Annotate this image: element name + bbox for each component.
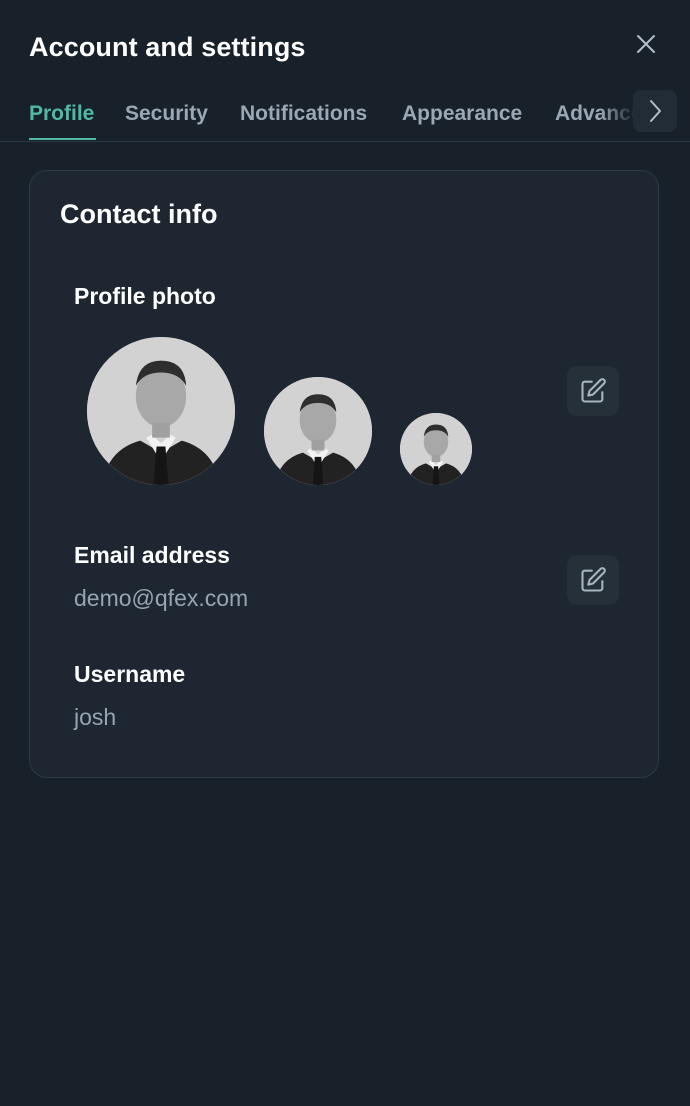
email-label: Email address: [74, 542, 230, 568]
settings-panel: Account and settings Profile Security No…: [0, 0, 690, 1106]
profile-photo-label: Profile photo: [74, 283, 216, 309]
active-tab-indicator: [29, 138, 96, 140]
avatar-medium: [264, 377, 372, 485]
close-button[interactable]: [630, 28, 662, 60]
avatar-large: [87, 337, 235, 485]
username-value: josh: [74, 704, 117, 730]
email-value: demo@qfex.com: [74, 585, 249, 611]
edit-email-button[interactable]: [567, 555, 619, 605]
card-title: Contact info: [60, 199, 218, 229]
edit-profile-photo-button[interactable]: [567, 366, 619, 416]
edit-icon: [581, 567, 606, 592]
tab-scroll-right-button[interactable]: [633, 90, 677, 132]
tab-bar: Profile Security Notifications Appearanc…: [0, 92, 690, 142]
tab-profile[interactable]: Profile: [29, 102, 94, 126]
page-title: Account and settings: [29, 32, 306, 62]
avatar-small: [400, 413, 472, 485]
edit-icon: [581, 378, 606, 403]
tab-security[interactable]: Security: [125, 102, 208, 126]
close-icon: [637, 35, 655, 53]
username-label: Username: [74, 661, 186, 687]
contact-info-card: Contact info Profile photo Email address…: [29, 170, 659, 778]
chevron-right-icon: [650, 100, 661, 122]
tab-appearance[interactable]: Appearance: [402, 102, 522, 126]
tab-notifications[interactable]: Notifications: [240, 102, 367, 126]
